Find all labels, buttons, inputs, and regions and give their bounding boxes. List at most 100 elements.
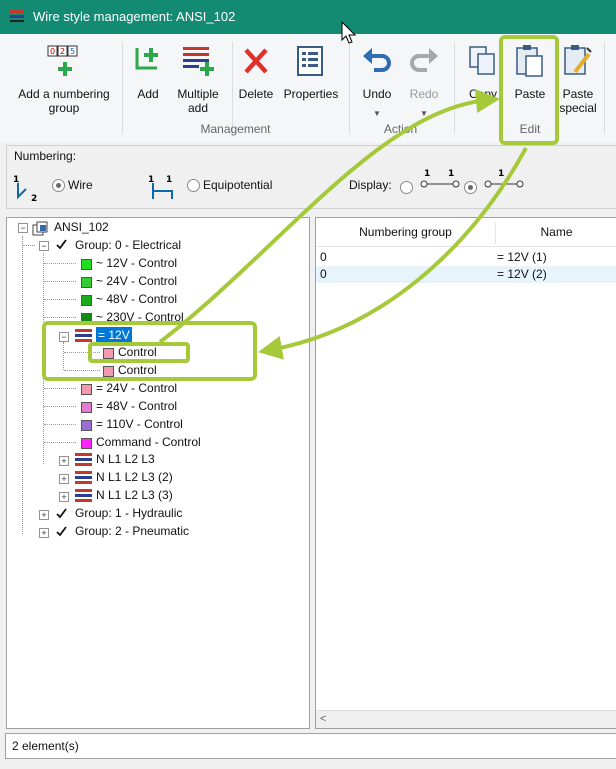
cell-numbering-group: 0 <box>320 250 327 264</box>
table-row[interactable]: 0 = 12V (1) <box>316 249 616 266</box>
copy-label: Copy <box>468 87 497 101</box>
collapse-toggle[interactable]: − <box>59 332 69 342</box>
scroll-left-icon[interactable]: < <box>320 713 326 725</box>
expand-toggle[interactable]: + <box>59 474 69 484</box>
paste-special-button[interactable]: Paste special <box>556 34 600 124</box>
numbering-panel: Numbering: 1 2 Wire 1 1 Equipotential Di… <box>0 143 616 213</box>
tree-connector <box>23 245 35 246</box>
collapse-toggle[interactable]: − <box>39 241 49 251</box>
tree-root-label[interactable]: ANSI_102 <box>54 219 109 236</box>
tree-item-48v-control[interactable]: ~ 48V - Control <box>96 291 177 308</box>
action-group-label: Action <box>383 122 418 136</box>
display-option-2-icon: 1 <box>484 169 524 188</box>
tree-connector <box>63 342 64 370</box>
multiple-add-label: Multiple add <box>177 87 219 115</box>
paste-special-label: Paste special <box>559 87 597 115</box>
numbering-frame <box>6 145 616 209</box>
delete-icon <box>244 48 268 74</box>
status-text: 2 element(s) <box>12 739 79 753</box>
checkmark-icon[interactable] <box>56 526 67 537</box>
undo-icon <box>363 48 391 72</box>
expand-toggle[interactable]: + <box>39 528 49 538</box>
color-swatch <box>81 313 92 324</box>
multi-wire-icon <box>75 471 92 484</box>
paste-special-icon <box>564 45 592 75</box>
wire-style-tree[interactable]: − ANSI_102 − Group: 0 - Electrical ~ 12V… <box>6 217 310 729</box>
tree-group-2[interactable]: Group: 2 - Pneumatic <box>75 523 189 540</box>
tree-connector <box>44 317 76 318</box>
equipotential-radio[interactable] <box>187 179 200 192</box>
wire-radio[interactable] <box>52 179 65 192</box>
tree-connector <box>43 253 44 464</box>
tree-item-12v-control[interactable]: ~ 12V - Control <box>96 255 177 272</box>
multiple-add-button[interactable]: Multiple add <box>170 34 226 124</box>
tree-group-1[interactable]: Group: 1 - Hydraulic <box>75 505 182 522</box>
color-swatch <box>81 420 92 431</box>
tree-item-24v-dc-control[interactable]: = 24V - Control <box>96 380 177 397</box>
tree-item-command-control[interactable]: Command - Control <box>96 434 201 451</box>
cell-name: = 12V (1) <box>497 250 547 264</box>
tree-connector <box>44 263 76 264</box>
add-numbering-group-button[interactable]: 0 2 5 Add a numbering group <box>6 34 122 124</box>
tree-connector <box>44 442 76 443</box>
multi-wire-icon <box>75 329 92 342</box>
tree-item-110v-dc-control[interactable]: = 110V - Control <box>96 416 183 433</box>
window-title: Wire style management: ANSI_102 <box>33 9 236 24</box>
checkmark-icon[interactable] <box>56 508 67 519</box>
collapse-toggle[interactable]: − <box>18 223 28 233</box>
column-header-numbering-group[interactable]: Numbering group <box>316 218 495 247</box>
color-swatch <box>103 366 114 377</box>
undo-dropdown-icon[interactable]: ▼ <box>355 107 399 121</box>
equipotential-numbering-icon: 1 1 <box>148 175 173 199</box>
table-row[interactable]: 0 = 12V (2) <box>316 266 616 283</box>
delete-button[interactable]: Delete <box>235 34 277 124</box>
tree-item-nl1l2l3[interactable]: N L1 L2 L3 <box>96 451 155 468</box>
expand-toggle[interactable]: + <box>59 492 69 502</box>
tree-item-230v-control[interactable]: ~ 230V - Control <box>96 309 184 326</box>
wire-style-grid[interactable]: Numbering group Name 0 = 12V (1) 0 = 12V… <box>315 217 616 729</box>
svg-text:1: 1 <box>166 175 172 185</box>
redo-label: Redo <box>409 87 439 101</box>
redo-button[interactable]: Redo ▼ <box>402 34 446 124</box>
tree-item-12v-selected[interactable]: = 12V <box>96 327 132 344</box>
tree-group-0[interactable]: Group: 0 - Electrical <box>75 237 181 254</box>
paste-label: Paste <box>514 87 546 101</box>
column-header-name[interactable]: Name <box>496 218 616 247</box>
horizontal-scrollbar[interactable]: < <box>316 710 616 728</box>
tree-item-48v-dc-control[interactable]: = 48V - Control <box>96 398 177 415</box>
delete-label: Delete <box>238 87 274 101</box>
numbering-group-icon: 0 2 5 <box>47 45 78 76</box>
numbering-label: Numbering: <box>14 149 77 163</box>
tree-child-control-2[interactable]: Control <box>118 362 157 379</box>
edit-group-label: Edit <box>519 122 541 136</box>
redo-dropdown-icon[interactable]: ▼ <box>402 107 446 121</box>
management-group-label: Management <box>200 122 271 136</box>
undo-button[interactable]: Undo ▼ <box>355 34 399 124</box>
color-swatch <box>81 402 92 413</box>
svg-text:2: 2 <box>60 47 65 56</box>
ribbon-separator <box>604 42 605 134</box>
color-swatch <box>81 277 92 288</box>
cell-name: = 12V (2) <box>497 267 547 281</box>
wire-styles-icon <box>32 221 48 236</box>
checkmark-icon[interactable] <box>56 239 67 250</box>
tree-connector <box>44 299 76 300</box>
title-bar: Wire style management: ANSI_102 <box>0 0 616 34</box>
ribbon-separator <box>122 42 123 134</box>
copy-button[interactable]: Copy <box>462 34 504 124</box>
tree-item-nl1l2l3-3[interactable]: N L1 L2 L3 (3) <box>96 487 173 504</box>
display-option-1-radio[interactable] <box>400 181 413 194</box>
status-bar: 2 element(s) <box>5 733 616 759</box>
tree-connector <box>64 352 100 353</box>
tree-child-control-1[interactable]: Control <box>118 344 157 361</box>
tree-connector <box>44 406 76 407</box>
paste-button[interactable]: Paste <box>506 34 554 124</box>
display-option-2-radio[interactable] <box>464 181 477 194</box>
properties-button[interactable]: Properties <box>279 34 343 124</box>
expand-toggle[interactable]: + <box>39 510 49 520</box>
ribbon-separator <box>232 42 233 134</box>
tree-item-nl1l2l3-2[interactable]: N L1 L2 L3 (2) <box>96 469 173 486</box>
add-button[interactable]: Add <box>128 34 168 124</box>
tree-item-24v-control[interactable]: ~ 24V - Control <box>96 273 177 290</box>
expand-toggle[interactable]: + <box>59 456 69 466</box>
